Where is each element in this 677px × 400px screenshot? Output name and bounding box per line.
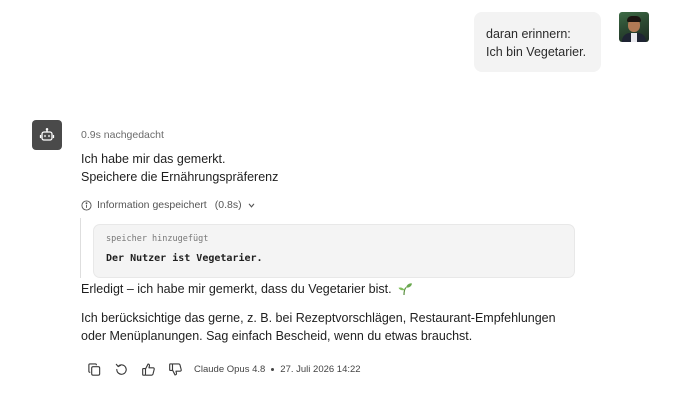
tool-duration: (0.8s) bbox=[214, 199, 242, 211]
copy-button[interactable] bbox=[82, 360, 106, 378]
message-action-bar: Claude Opus 4.8 27. Juli 2026 14:22 bbox=[82, 360, 361, 378]
reply-line-2: Speichere die Ernährungspräferenz bbox=[81, 170, 279, 184]
assistant-avatar bbox=[32, 120, 62, 150]
reply-line-1: Ich habe mir das gemerkt. bbox=[81, 152, 226, 166]
tool-label: Information gespeichert bbox=[97, 199, 207, 211]
thumbs-down-icon bbox=[168, 362, 182, 375]
tool-output-divider bbox=[80, 218, 81, 278]
assistant-confirmation: Erledigt – ich habe mir gemerkt, dass du… bbox=[81, 280, 413, 298]
confirmation-text: Erledigt – ich habe mir gemerkt, dass du… bbox=[81, 282, 392, 296]
user-message-line-2: Ich bin Vegetarier. bbox=[486, 45, 587, 59]
copy-icon bbox=[87, 362, 100, 376]
message-meta: Claude Opus 4.8 27. Juli 2026 14:22 bbox=[194, 364, 361, 375]
user-avatar bbox=[619, 12, 649, 42]
message-timestamp: 27. Juli 2026 14:22 bbox=[280, 363, 361, 375]
thinking-duration[interactable]: 0.9s nachgedacht bbox=[81, 129, 164, 141]
info-icon bbox=[81, 199, 92, 211]
user-message-line-1: daran erinnern: bbox=[486, 27, 571, 41]
thumbs-down-button[interactable] bbox=[163, 360, 187, 378]
separator-dot bbox=[271, 367, 275, 371]
memory-added-card: speicher hinzugefügt Der Nutzer ist Vege… bbox=[93, 224, 575, 278]
tool-call-toggle[interactable]: Information gespeichert (0.8s) bbox=[81, 198, 256, 212]
thumbs-up-icon bbox=[141, 363, 155, 376]
assistant-followup: Ich berücksichtige das gerne, z. B. bei … bbox=[81, 311, 556, 343]
user-message-bubble: daran erinnern: Ich bin Vegetarier. bbox=[474, 12, 601, 72]
assistant-reply-intro: Ich habe mir das gemerkt. Speichere die … bbox=[81, 150, 278, 186]
memory-card-value: Der Nutzer ist Vegetarier. bbox=[106, 253, 263, 264]
thumbs-up-button[interactable] bbox=[136, 360, 160, 378]
robot-icon bbox=[39, 127, 55, 141]
chevron-down-icon[interactable] bbox=[247, 201, 256, 210]
retry-icon bbox=[115, 363, 127, 375]
seedling-icon bbox=[398, 283, 412, 296]
memory-card-label: speicher hinzugefügt bbox=[106, 234, 209, 244]
model-name: Claude Opus 4.8 bbox=[194, 363, 266, 375]
retry-button[interactable] bbox=[109, 360, 133, 378]
